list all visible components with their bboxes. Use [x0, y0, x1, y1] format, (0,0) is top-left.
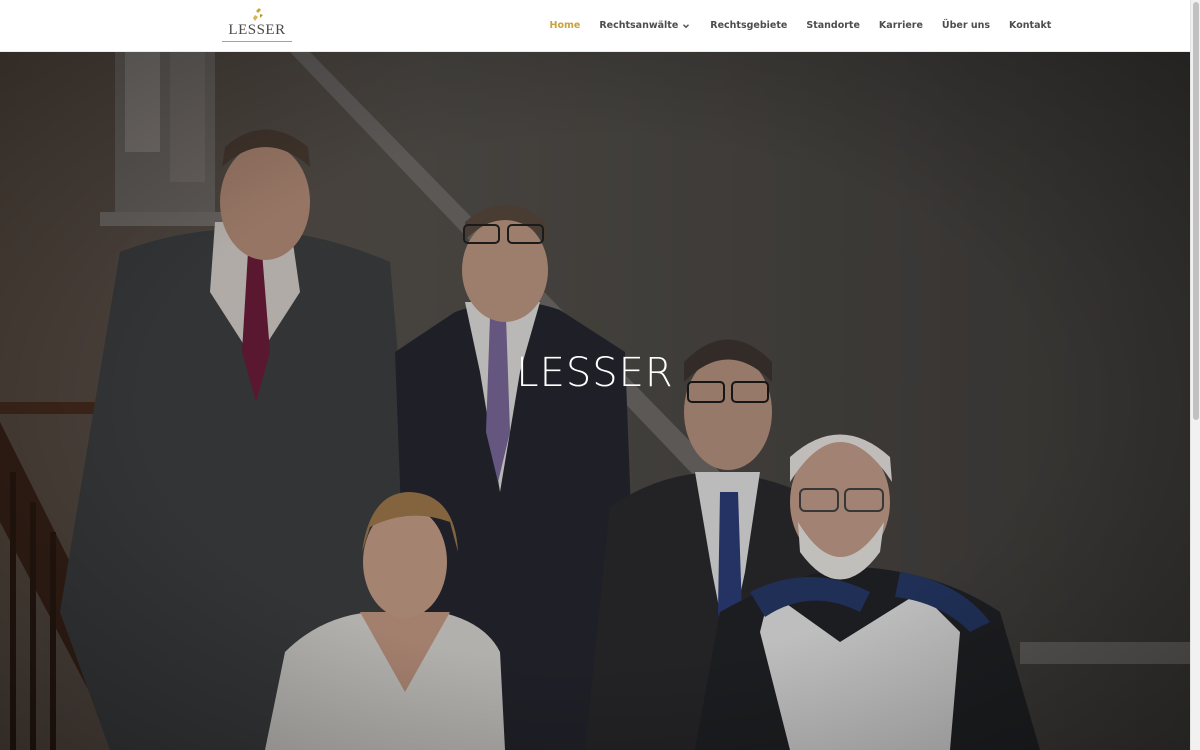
nav-item-label: Karriere	[878, 20, 923, 31]
nav-item-rechtsanwaelte[interactable]: Rechtsanwälte	[590, 20, 701, 31]
nav-item-label: Über uns	[941, 20, 991, 31]
nav-item-label: Rechtsgebiete	[710, 20, 788, 31]
scrollbar-thumb[interactable]	[1193, 2, 1199, 420]
scrollbar[interactable]	[1190, 0, 1200, 750]
nav-item-standorte[interactable]: Standorte	[797, 20, 870, 31]
nav-item-home[interactable]: Home	[540, 20, 590, 31]
nav-item-label: Standorte	[806, 20, 860, 31]
nav-item-label: Rechtsanwälte	[599, 20, 679, 31]
nav-item-label: Kontakt	[1009, 20, 1052, 31]
nav-item-kontakt[interactable]: Kontakt	[1000, 20, 1061, 31]
hero-team-photo	[0, 52, 1190, 750]
chevron-down-icon	[683, 23, 690, 28]
page: LESSER Home Rechtsanwälte Rechtsgebiete …	[0, 0, 1200, 750]
nav-item-label: Home	[549, 20, 581, 31]
hero-title: LESSER	[516, 350, 674, 396]
main-nav: Home Rechtsanwälte Rechtsgebiete Standor…	[540, 0, 1061, 51]
logo-underline	[222, 41, 292, 42]
logo-mark-icon	[253, 8, 263, 21]
nav-item-rechtsgebiete[interactable]: Rechtsgebiete	[701, 20, 797, 31]
logo-text: LESSER	[228, 22, 286, 38]
logo[interactable]: LESSER	[220, 6, 294, 44]
nav-item-karriere[interactable]: Karriere	[869, 20, 932, 31]
hero-section: LESSER	[0, 52, 1190, 750]
site-header: LESSER Home Rechtsanwälte Rechtsgebiete …	[0, 0, 1190, 52]
nav-item-ueber-uns[interactable]: Über uns	[932, 20, 999, 31]
